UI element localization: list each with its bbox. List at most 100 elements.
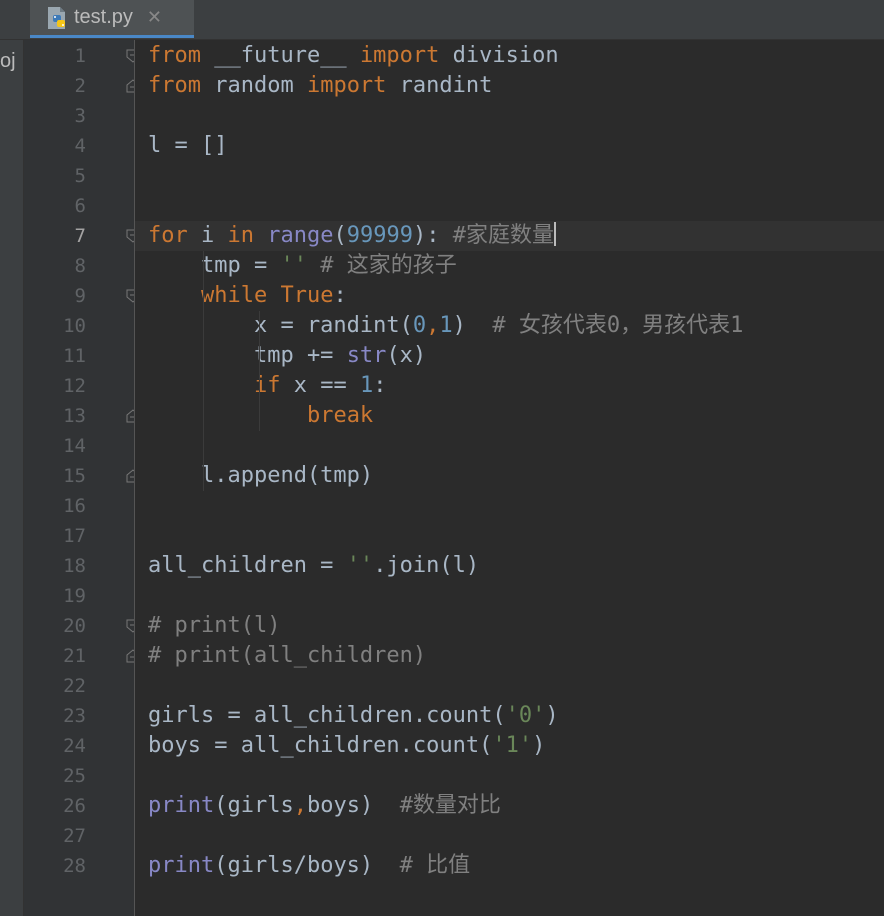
code-line[interactable]: # print(all_children) bbox=[135, 641, 884, 671]
line-number: 7 bbox=[74, 225, 86, 247]
code-line[interactable]: from random import randint bbox=[135, 71, 884, 101]
code-token: for bbox=[148, 223, 188, 248]
code-token: import bbox=[359, 43, 440, 68]
code-line[interactable] bbox=[135, 101, 884, 131]
line-number: 19 bbox=[63, 585, 86, 607]
code-line[interactable]: # print(l) bbox=[135, 611, 884, 641]
line-number: 28 bbox=[63, 855, 86, 877]
line-number: 5 bbox=[74, 165, 86, 187]
code-line[interactable]: while True: bbox=[135, 281, 884, 311]
code-editor[interactable]: from __future__ import division from rand… bbox=[134, 40, 884, 916]
code-text: girls = all_children.count('0') bbox=[148, 701, 559, 731]
code-token: # 比值 bbox=[399, 853, 471, 878]
code-token: girls = all_children.count( bbox=[148, 703, 506, 728]
code-token: __future__ bbox=[200, 43, 360, 68]
code-token: all_children = bbox=[148, 553, 347, 578]
code-line[interactable]: l = [] bbox=[135, 131, 884, 161]
line-number: 25 bbox=[63, 765, 86, 787]
code-text: break bbox=[148, 401, 373, 431]
line-number: 2 bbox=[74, 75, 86, 97]
code-token: # 这家的孩子 bbox=[320, 253, 457, 278]
code-token: # 女孩代表0，男孩代表1 bbox=[492, 313, 744, 338]
code-line[interactable]: if x == 1: bbox=[135, 371, 884, 401]
code-line[interactable] bbox=[135, 761, 884, 791]
code-token: '0' bbox=[505, 703, 546, 728]
code-token: print bbox=[148, 793, 215, 818]
code-text: x = randint(0,1) # 女孩代表0，男孩代表1 bbox=[148, 311, 743, 341]
code-token: #数量对比 bbox=[399, 793, 501, 818]
code-text: from random import randint bbox=[148, 71, 492, 101]
code-line[interactable]: l.append(tmp) bbox=[135, 461, 884, 491]
close-icon[interactable]: ✕ bbox=[147, 7, 162, 28]
line-number: 10 bbox=[63, 315, 86, 337]
code-line[interactable]: girls = all_children.count('0') bbox=[135, 701, 884, 731]
code-token: tmp = bbox=[148, 253, 281, 278]
code-text: from __future__ import division bbox=[148, 41, 559, 71]
code-line[interactable] bbox=[135, 671, 884, 701]
code-token: 1 bbox=[359, 373, 374, 398]
code-token: random bbox=[200, 73, 307, 98]
code-token: (girls/boys) bbox=[214, 853, 400, 878]
code-token: range bbox=[267, 223, 334, 248]
line-number: 14 bbox=[63, 435, 86, 457]
line-number: 13 bbox=[63, 405, 86, 427]
line-number: 12 bbox=[63, 375, 86, 397]
code-text: # print(all_children) bbox=[148, 641, 426, 671]
code-token: print bbox=[148, 853, 215, 878]
line-number: 8 bbox=[74, 255, 86, 277]
code-token: l.append(tmp) bbox=[148, 463, 374, 488]
indent-guide bbox=[259, 311, 260, 431]
tab-label: test.py bbox=[74, 6, 133, 28]
code-line[interactable]: from __future__ import division bbox=[135, 41, 884, 71]
code-line[interactable]: print(girls,boys) #数量对比 bbox=[135, 791, 884, 821]
line-number: 22 bbox=[63, 675, 86, 697]
text-caret bbox=[553, 222, 556, 246]
code-token: (girls bbox=[214, 793, 294, 818]
code-line[interactable] bbox=[135, 581, 884, 611]
line-number: 21 bbox=[63, 645, 86, 667]
code-token: tmp += bbox=[148, 343, 347, 368]
code-line[interactable] bbox=[135, 191, 884, 221]
code-text: l.append(tmp) bbox=[148, 461, 373, 491]
code-token: 99999 bbox=[346, 223, 413, 248]
code-line[interactable] bbox=[135, 161, 884, 191]
code-line[interactable]: break bbox=[135, 401, 884, 431]
code-line[interactable]: tmp += str(x) bbox=[135, 341, 884, 371]
line-number: 1 bbox=[74, 45, 86, 67]
tab-test-py[interactable]: test.py ✕ bbox=[30, 0, 194, 38]
line-number: 24 bbox=[63, 735, 86, 757]
code-text: all_children = ''.join(l) bbox=[148, 551, 479, 581]
code-text: boys = all_children.count('1') bbox=[148, 731, 545, 761]
project-strip-label[interactable]: oj bbox=[0, 50, 16, 73]
code-token: , bbox=[293, 793, 307, 818]
code-token: '1' bbox=[492, 733, 533, 758]
code-text: print(girls,boys) #数量对比 bbox=[148, 791, 501, 821]
code-token: x = randint( bbox=[148, 313, 413, 338]
code-line[interactable] bbox=[135, 521, 884, 551]
code-line[interactable] bbox=[135, 821, 884, 851]
code-line[interactable]: x = randint(0,1) # 女孩代表0，男孩代表1 bbox=[135, 311, 884, 341]
code-line[interactable] bbox=[135, 491, 884, 521]
line-number-gutter[interactable]: 1 2 3 4 5 6 7 8 9 10 11 12 13 14 15 16 17 18 19 20 21 22 23 24 2… bbox=[24, 40, 140, 916]
code-text: tmp = '' # 这家的孩子 bbox=[148, 251, 457, 281]
code-line[interactable]: print(girls/boys) # 比值 bbox=[135, 851, 884, 881]
code-line[interactable]: tmp = '' # 这家的孩子 bbox=[135, 251, 884, 281]
code-line[interactable]: for i in range(99999): #家庭数量 bbox=[135, 221, 884, 251]
code-line[interactable]: boys = all_children.count('1') bbox=[135, 731, 884, 761]
code-text: tmp += str(x) bbox=[148, 341, 426, 371]
code-line[interactable]: all_children = ''.join(l) bbox=[135, 551, 884, 581]
code-token: # print(l) bbox=[148, 613, 281, 638]
project-tool-strip[interactable]: - oj bbox=[0, 0, 24, 916]
line-number: 17 bbox=[63, 525, 86, 547]
code-token: True bbox=[280, 283, 334, 308]
line-number: 16 bbox=[63, 495, 86, 517]
line-number: 4 bbox=[74, 135, 86, 157]
line-number: 27 bbox=[63, 825, 86, 847]
code-token: boys) bbox=[306, 793, 400, 818]
code-token: : bbox=[373, 373, 387, 398]
code-line[interactable] bbox=[135, 431, 884, 461]
